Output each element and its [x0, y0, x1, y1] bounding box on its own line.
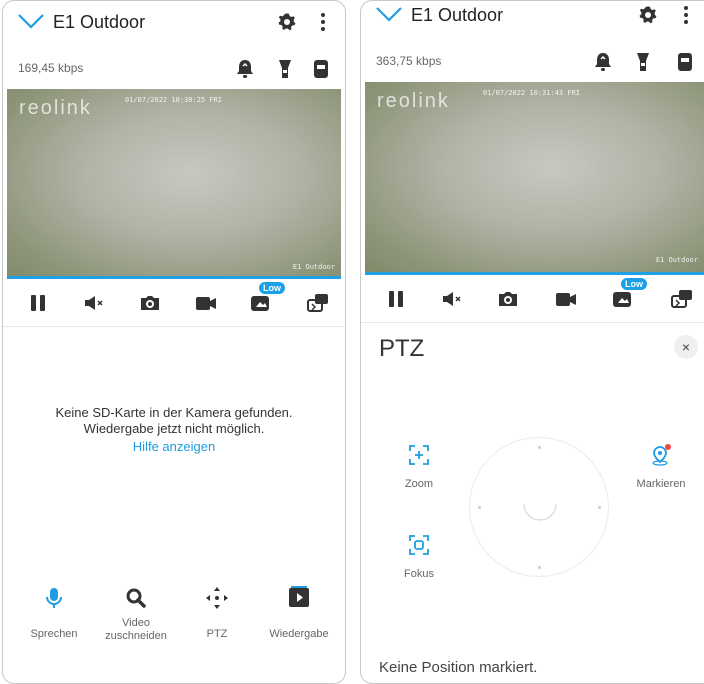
mark-label: Markieren [636, 478, 686, 490]
camera-title[interactable]: E1 Outdoor [53, 12, 145, 33]
quality-toggle[interactable]: Low [249, 282, 285, 315]
quality-icon [251, 296, 269, 311]
more-icon[interactable] [678, 4, 694, 26]
bell-icon[interactable] [593, 51, 613, 73]
right-screen: E1 Outdoor 363,75 kbps reolink 01/07/202… [360, 0, 704, 684]
ptz-panel-title: PTZ [379, 335, 425, 362]
mute-icon[interactable] [81, 291, 107, 315]
crop-label: Video zuschneiden [105, 617, 167, 642]
spotlight-icon[interactable] [275, 58, 295, 80]
ptz-arrows-icon [206, 587, 228, 609]
message-line-2: Wiedergabe jetzt nicht möglich. [83, 421, 265, 436]
playback-icon [289, 586, 309, 607]
pause-icon[interactable] [25, 291, 51, 315]
live-video[interactable]: reolink 01/07/2022 10:30:25 FRI E1 Outdo… [7, 89, 341, 279]
bitrate-label: 169,45 kbps [18, 61, 84, 75]
status-row: 169,45 kbps [3, 51, 345, 87]
quality-icon [613, 292, 631, 307]
quality-badge: Low [621, 278, 647, 290]
spotlight-icon[interactable] [633, 51, 653, 73]
crop-search-icon [126, 588, 146, 608]
joystick-left-dot [478, 506, 481, 509]
quality-badge: Low [259, 282, 285, 294]
ptz-status-text: Keine Position markiert. [379, 659, 538, 676]
joystick-center[interactable] [520, 488, 560, 528]
speak-button[interactable]: Sprechen [11, 585, 97, 641]
chevron-down-icon[interactable] [375, 4, 403, 24]
joystick-right-dot [598, 506, 601, 509]
crop-video-button[interactable]: Video zuschneiden [93, 585, 179, 643]
video-logo: reolink [377, 90, 450, 112]
playback-label: Wiedergabe [269, 628, 329, 640]
video-controls: Low [3, 279, 345, 327]
more-icon[interactable] [315, 11, 331, 33]
chevron-down-icon[interactable] [17, 11, 45, 31]
top-bar: E1 Outdoor [3, 1, 345, 45]
joystick-up-dot [538, 446, 541, 449]
snapshot-icon[interactable] [669, 287, 695, 311]
camera-icon[interactable] [137, 291, 163, 315]
sd-card-message: Keine SD-Karte in der Kamera gefunden. W… [3, 405, 345, 437]
record-icon[interactable] [193, 291, 219, 315]
device-icon[interactable] [311, 58, 331, 80]
joystick-down-dot [538, 566, 541, 569]
playback-button[interactable]: Wiedergabe [256, 585, 342, 641]
video-timestamp: 01/07/2022 10:31:43 FRI [483, 89, 580, 97]
zoom-icon [409, 445, 429, 465]
focus-label: Fokus [404, 568, 434, 580]
help-link[interactable]: Hilfe anzeigen [3, 439, 345, 454]
quality-toggle[interactable]: Low [611, 278, 647, 311]
bitrate-label: 363,75 kbps [376, 54, 442, 68]
record-icon[interactable] [553, 287, 579, 311]
device-icon[interactable] [675, 51, 695, 73]
focus-icon [409, 535, 429, 555]
gear-icon[interactable] [277, 12, 297, 32]
camera-icon[interactable] [495, 287, 521, 311]
message-line-1: Keine SD-Karte in der Kamera gefunden. [55, 405, 293, 420]
mark-pin-icon [652, 444, 671, 466]
video-camera-name: E1 Outdoor [292, 263, 335, 271]
live-video[interactable]: reolink 01/07/2022 10:31:43 FRI E1 Outdo… [365, 82, 704, 272]
zoom-button[interactable]: Zoom [389, 444, 449, 490]
left-screen: E1 Outdoor 169,45 kbps reolink 01/07/202… [2, 0, 346, 684]
bell-icon[interactable] [235, 58, 255, 80]
pause-icon[interactable] [383, 287, 409, 311]
mark-button[interactable]: Markieren [631, 444, 691, 490]
mute-icon[interactable] [439, 287, 465, 311]
close-icon[interactable]: × [674, 335, 698, 359]
ptz-joystick[interactable] [469, 437, 609, 577]
video-controls: Low [361, 275, 704, 323]
zoom-label: Zoom [404, 478, 434, 490]
ptz-button[interactable]: PTZ [174, 585, 260, 641]
status-row: 363,75 kbps [361, 44, 704, 80]
video-camera-name: E1 Outdoor [655, 256, 698, 264]
focus-button[interactable]: Fokus [389, 534, 449, 580]
snapshot-icon[interactable] [305, 291, 331, 315]
ptz-label: PTZ [206, 628, 228, 640]
speak-label: Sprechen [30, 628, 78, 640]
video-timestamp: 01/07/2022 10:30:25 FRI [125, 96, 222, 104]
top-bar: E1 Outdoor [361, 1, 704, 38]
video-logo: reolink [19, 97, 92, 119]
mic-icon [46, 588, 62, 608]
gear-icon[interactable] [638, 5, 658, 25]
camera-title[interactable]: E1 Outdoor [411, 5, 503, 26]
